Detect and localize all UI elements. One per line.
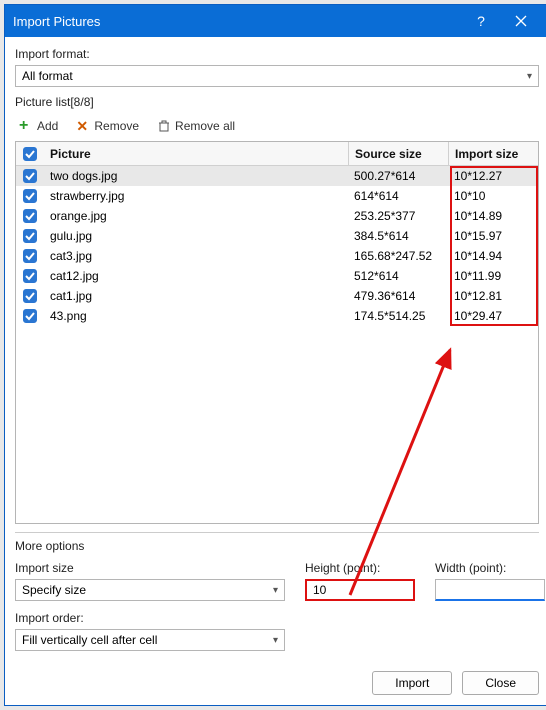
import-order-combo[interactable]: Fill vertically cell after cell ▾	[15, 629, 285, 651]
more-options-label: More options	[15, 539, 539, 553]
header-checkbox[interactable]	[16, 147, 44, 161]
row-checkbox[interactable]	[16, 189, 44, 203]
cell-source-size: 253.25*377	[348, 209, 448, 223]
table-row[interactable]: orange.jpg253.25*37710*14.89	[16, 206, 538, 226]
table-row[interactable]: gulu.jpg384.5*61410*15.97	[16, 226, 538, 246]
titlebar: Import Pictures ?	[5, 5, 546, 37]
row-checkbox[interactable]	[16, 309, 44, 323]
import-button[interactable]: Import	[372, 671, 452, 695]
close-icon	[515, 15, 527, 27]
table-row[interactable]: two dogs.jpg500.27*61410*12.27	[16, 166, 538, 186]
chevron-down-icon: ▾	[527, 71, 532, 82]
cell-picture: two dogs.jpg	[44, 169, 348, 183]
help-button[interactable]: ?	[461, 5, 501, 37]
cell-source-size: 512*614	[348, 269, 448, 283]
chevron-down-icon: ▾	[273, 585, 278, 596]
width-input[interactable]	[435, 579, 545, 601]
cell-picture: cat1.jpg	[44, 289, 348, 303]
cell-picture: cat12.jpg	[44, 269, 348, 283]
picture-list-label: Picture list[8/8]	[15, 95, 539, 109]
grid-header: Picture Source size Import size	[16, 142, 538, 166]
header-picture[interactable]: Picture	[44, 147, 348, 161]
header-source-size[interactable]: Source size	[348, 142, 448, 165]
x-icon: ✕	[76, 119, 90, 133]
import-format-label: Import format:	[15, 47, 539, 61]
cell-picture: 43.png	[44, 309, 348, 323]
width-label: Width (point):	[435, 561, 545, 575]
table-row[interactable]: cat3.jpg165.68*247.5210*14.94	[16, 246, 538, 266]
header-import-size[interactable]: Import size	[448, 142, 538, 165]
import-format-value: All format	[22, 69, 73, 83]
toolbar: + Add ✕ Remove Remove all	[15, 117, 539, 135]
window-title: Import Pictures	[13, 14, 461, 29]
cell-import-size: 10*14.94	[448, 249, 538, 263]
row-checkbox[interactable]	[16, 169, 44, 183]
import-size-value: Specify size	[22, 583, 86, 597]
import-size-combo[interactable]: Specify size ▾	[15, 579, 285, 601]
remove-button[interactable]: ✕ Remove	[72, 117, 143, 135]
add-button[interactable]: + Add	[15, 117, 62, 135]
cell-import-size: 10*29.47	[448, 309, 538, 323]
cell-source-size: 174.5*514.25	[348, 309, 448, 323]
cell-picture: gulu.jpg	[44, 229, 348, 243]
table-row[interactable]: 43.png174.5*514.2510*29.47	[16, 306, 538, 326]
table-row[interactable]: cat1.jpg479.36*61410*12.81	[16, 286, 538, 306]
table-row[interactable]: cat12.jpg512*61410*11.99	[16, 266, 538, 286]
cell-import-size: 10*12.27	[448, 169, 538, 183]
import-pictures-dialog: Import Pictures ? Import format: All for…	[4, 4, 546, 706]
height-label: Height (point):	[305, 561, 415, 575]
row-checkbox[interactable]	[16, 249, 44, 263]
grid-body: two dogs.jpg500.27*61410*12.27strawberry…	[16, 166, 538, 523]
more-options-section: More options Import size Specify size ▾ …	[15, 532, 539, 651]
import-format-combo[interactable]: All format ▾	[15, 65, 539, 87]
import-order-label: Import order:	[15, 611, 285, 625]
cell-picture: orange.jpg	[44, 209, 348, 223]
close-button[interactable]: Close	[462, 671, 539, 695]
table-row[interactable]: strawberry.jpg614*61410*10	[16, 186, 538, 206]
cell-picture: strawberry.jpg	[44, 189, 348, 203]
height-input[interactable]	[305, 579, 415, 601]
trash-icon	[157, 119, 171, 133]
cell-source-size: 165.68*247.52	[348, 249, 448, 263]
cell-import-size: 10*11.99	[448, 269, 538, 283]
close-window-button[interactable]	[501, 5, 541, 37]
footer: Import Close	[5, 661, 546, 705]
import-size-label: Import size	[15, 561, 285, 575]
row-checkbox[interactable]	[16, 269, 44, 283]
chevron-down-icon: ▾	[273, 635, 278, 646]
row-checkbox[interactable]	[16, 229, 44, 243]
row-checkbox[interactable]	[16, 289, 44, 303]
cell-import-size: 10*10	[448, 189, 538, 203]
cell-import-size: 10*15.97	[448, 229, 538, 243]
cell-import-size: 10*12.81	[448, 289, 538, 303]
cell-picture: cat3.jpg	[44, 249, 348, 263]
remove-all-button[interactable]: Remove all	[153, 117, 239, 135]
cell-source-size: 479.36*614	[348, 289, 448, 303]
cell-source-size: 500.27*614	[348, 169, 448, 183]
plus-icon: +	[19, 119, 33, 133]
import-order-value: Fill vertically cell after cell	[22, 633, 157, 647]
row-checkbox[interactable]	[16, 209, 44, 223]
cell-source-size: 614*614	[348, 189, 448, 203]
cell-import-size: 10*14.89	[448, 209, 538, 223]
picture-grid: Picture Source size Import size two dogs…	[15, 141, 539, 524]
cell-source-size: 384.5*614	[348, 229, 448, 243]
